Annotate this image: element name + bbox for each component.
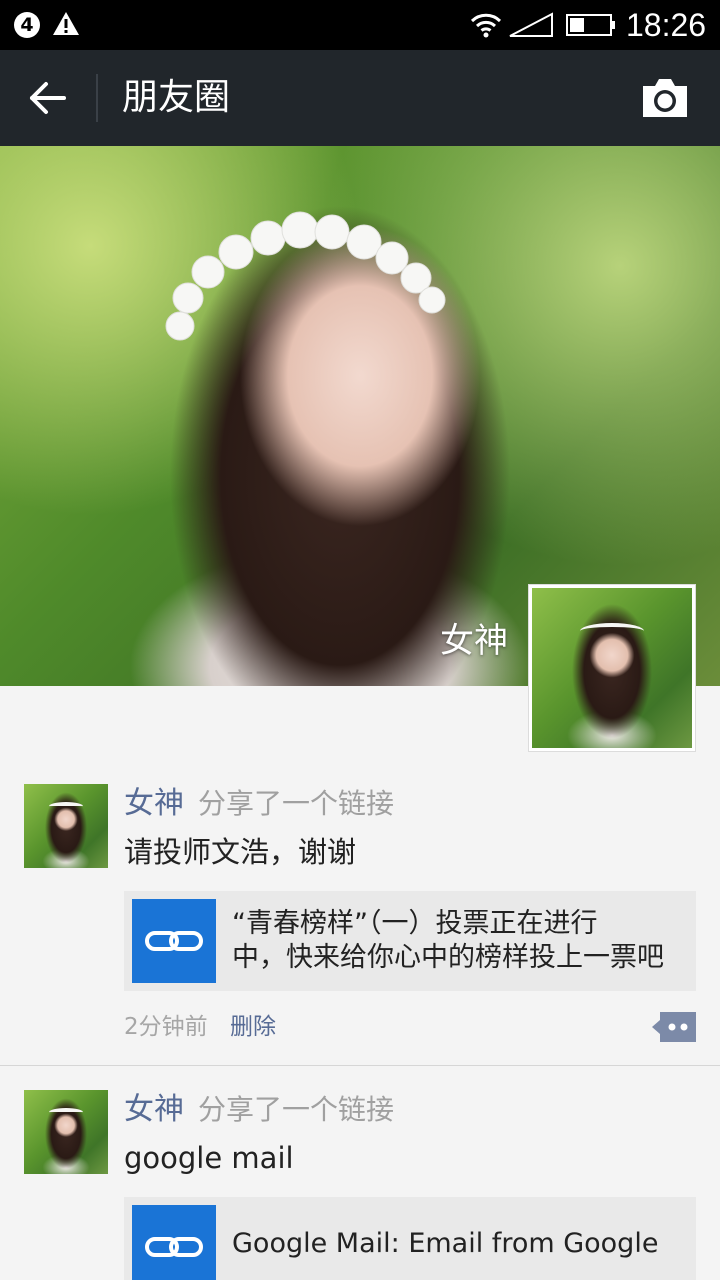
link-title: “青春榜样”（一）投票正在进行 中，快来给你心中的榜样投上一票吧 [232,907,684,975]
shared-link-card[interactable]: “青春榜样”（一）投票正在进行 中，快来给你心中的榜样投上一票吧 [124,891,696,991]
title-divider [96,74,98,122]
comment-icon[interactable] [652,1012,696,1042]
link-title: Google Mail: Email from Google [232,1228,659,1259]
camera-icon[interactable] [640,76,690,120]
notification-count-badge: 4 [14,12,40,38]
feed-post: 女神 分享了一个链接 请投师文浩，谢谢 “青春榜样”（一）投票正在进行 中，快来给… [0,784,720,1064]
status-time: 18:26 [626,7,707,43]
status-bar: 4 18:26 [0,0,720,50]
post-text: 请投师文浩，谢谢 [124,835,357,869]
post-timestamp: 2分钟前 [124,1014,208,1040]
battery-icon [566,14,615,36]
back-arrow-icon[interactable] [26,78,70,118]
post-action-text: 分享了一个链接 [198,787,395,820]
avatar-image [24,1090,108,1174]
profile-name: 女神 [440,621,508,661]
avatar-image [532,588,692,748]
post-avatar[interactable] [24,784,108,868]
page-title: 朋友圈 [122,77,231,118]
title-bar: 朋友圈 [0,50,720,146]
profile-avatar[interactable] [528,584,696,752]
link-title-line: “青春榜样”（一）投票正在进行 [232,908,598,939]
post-divider [0,1065,720,1066]
post-author-name[interactable]: 女神 [124,1092,184,1127]
warning-icon [53,12,79,35]
post-author-name[interactable]: 女神 [124,786,184,821]
post-avatar[interactable] [24,1090,108,1174]
avatar-image [24,784,108,868]
wifi-icon [470,13,502,38]
post-header: 女神 分享了一个链接 [124,784,394,824]
feed-post: 女神 分享了一个链接 google mail Google Mail: Email… [0,1090,720,1280]
shared-link-card[interactable]: Google Mail: Email from Google [124,1197,696,1280]
link-title-line: 中，快来给你心中的榜样投上一票吧 [232,942,664,973]
link-icon [132,899,216,983]
post-header: 女神 分享了一个链接 [124,1090,394,1130]
post-text: google mail [124,1141,294,1175]
post-action-text: 分享了一个链接 [198,1093,395,1126]
delete-button[interactable]: 删除 [230,1012,276,1042]
link-icon [132,1205,216,1280]
signal-icon [509,12,553,37]
flower-crown-graphic [165,211,446,341]
